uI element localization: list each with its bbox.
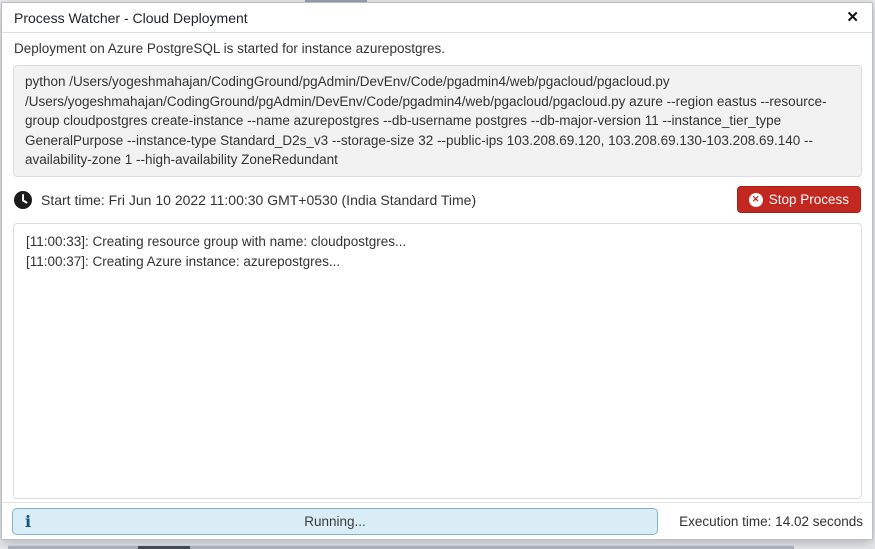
process-log-output: [11:00:33]: Creating resource group with… (13, 223, 862, 499)
stop-process-label: Stop Process (769, 192, 849, 207)
execution-time-label: Execution time: 14.02 seconds (679, 503, 863, 540)
status-running-label: Running... (13, 509, 657, 534)
background-window-fragment-bottom (8, 545, 794, 549)
clock-icon (14, 191, 32, 209)
dialog-titlebar: Process Watcher - Cloud Deployment ✕ (2, 3, 872, 33)
dialog-title: Process Watcher - Cloud Deployment (14, 10, 248, 26)
process-watcher-dialog: Process Watcher - Cloud Deployment ✕ Dep… (1, 2, 873, 540)
info-icon: i (25, 512, 31, 531)
log-line: [11:00:37]: Creating Azure instance: azu… (26, 252, 849, 272)
deployment-status-text: Deployment on Azure PostgreSQL is starte… (14, 40, 862, 57)
start-time-label: Start time: Fri Jun 10 2022 11:00:30 GMT… (41, 192, 476, 208)
status-banner: i Running... (12, 508, 658, 535)
close-icon[interactable]: ✕ (846, 3, 859, 33)
dialog-footer: i Running... Execution time: 14.02 secon… (2, 502, 872, 539)
log-line: [11:00:33]: Creating resource group with… (26, 232, 849, 252)
stop-process-button[interactable]: ✕ Stop Process (737, 186, 861, 213)
command-text-box: python /Users/yogeshmahajan/CodingGround… (13, 65, 862, 177)
dialog-body: Deployment on Azure PostgreSQL is starte… (2, 33, 872, 499)
start-time-row: Start time: Fri Jun 10 2022 11:00:30 GMT… (14, 186, 861, 214)
stop-circle-x-icon: ✕ (749, 193, 763, 207)
